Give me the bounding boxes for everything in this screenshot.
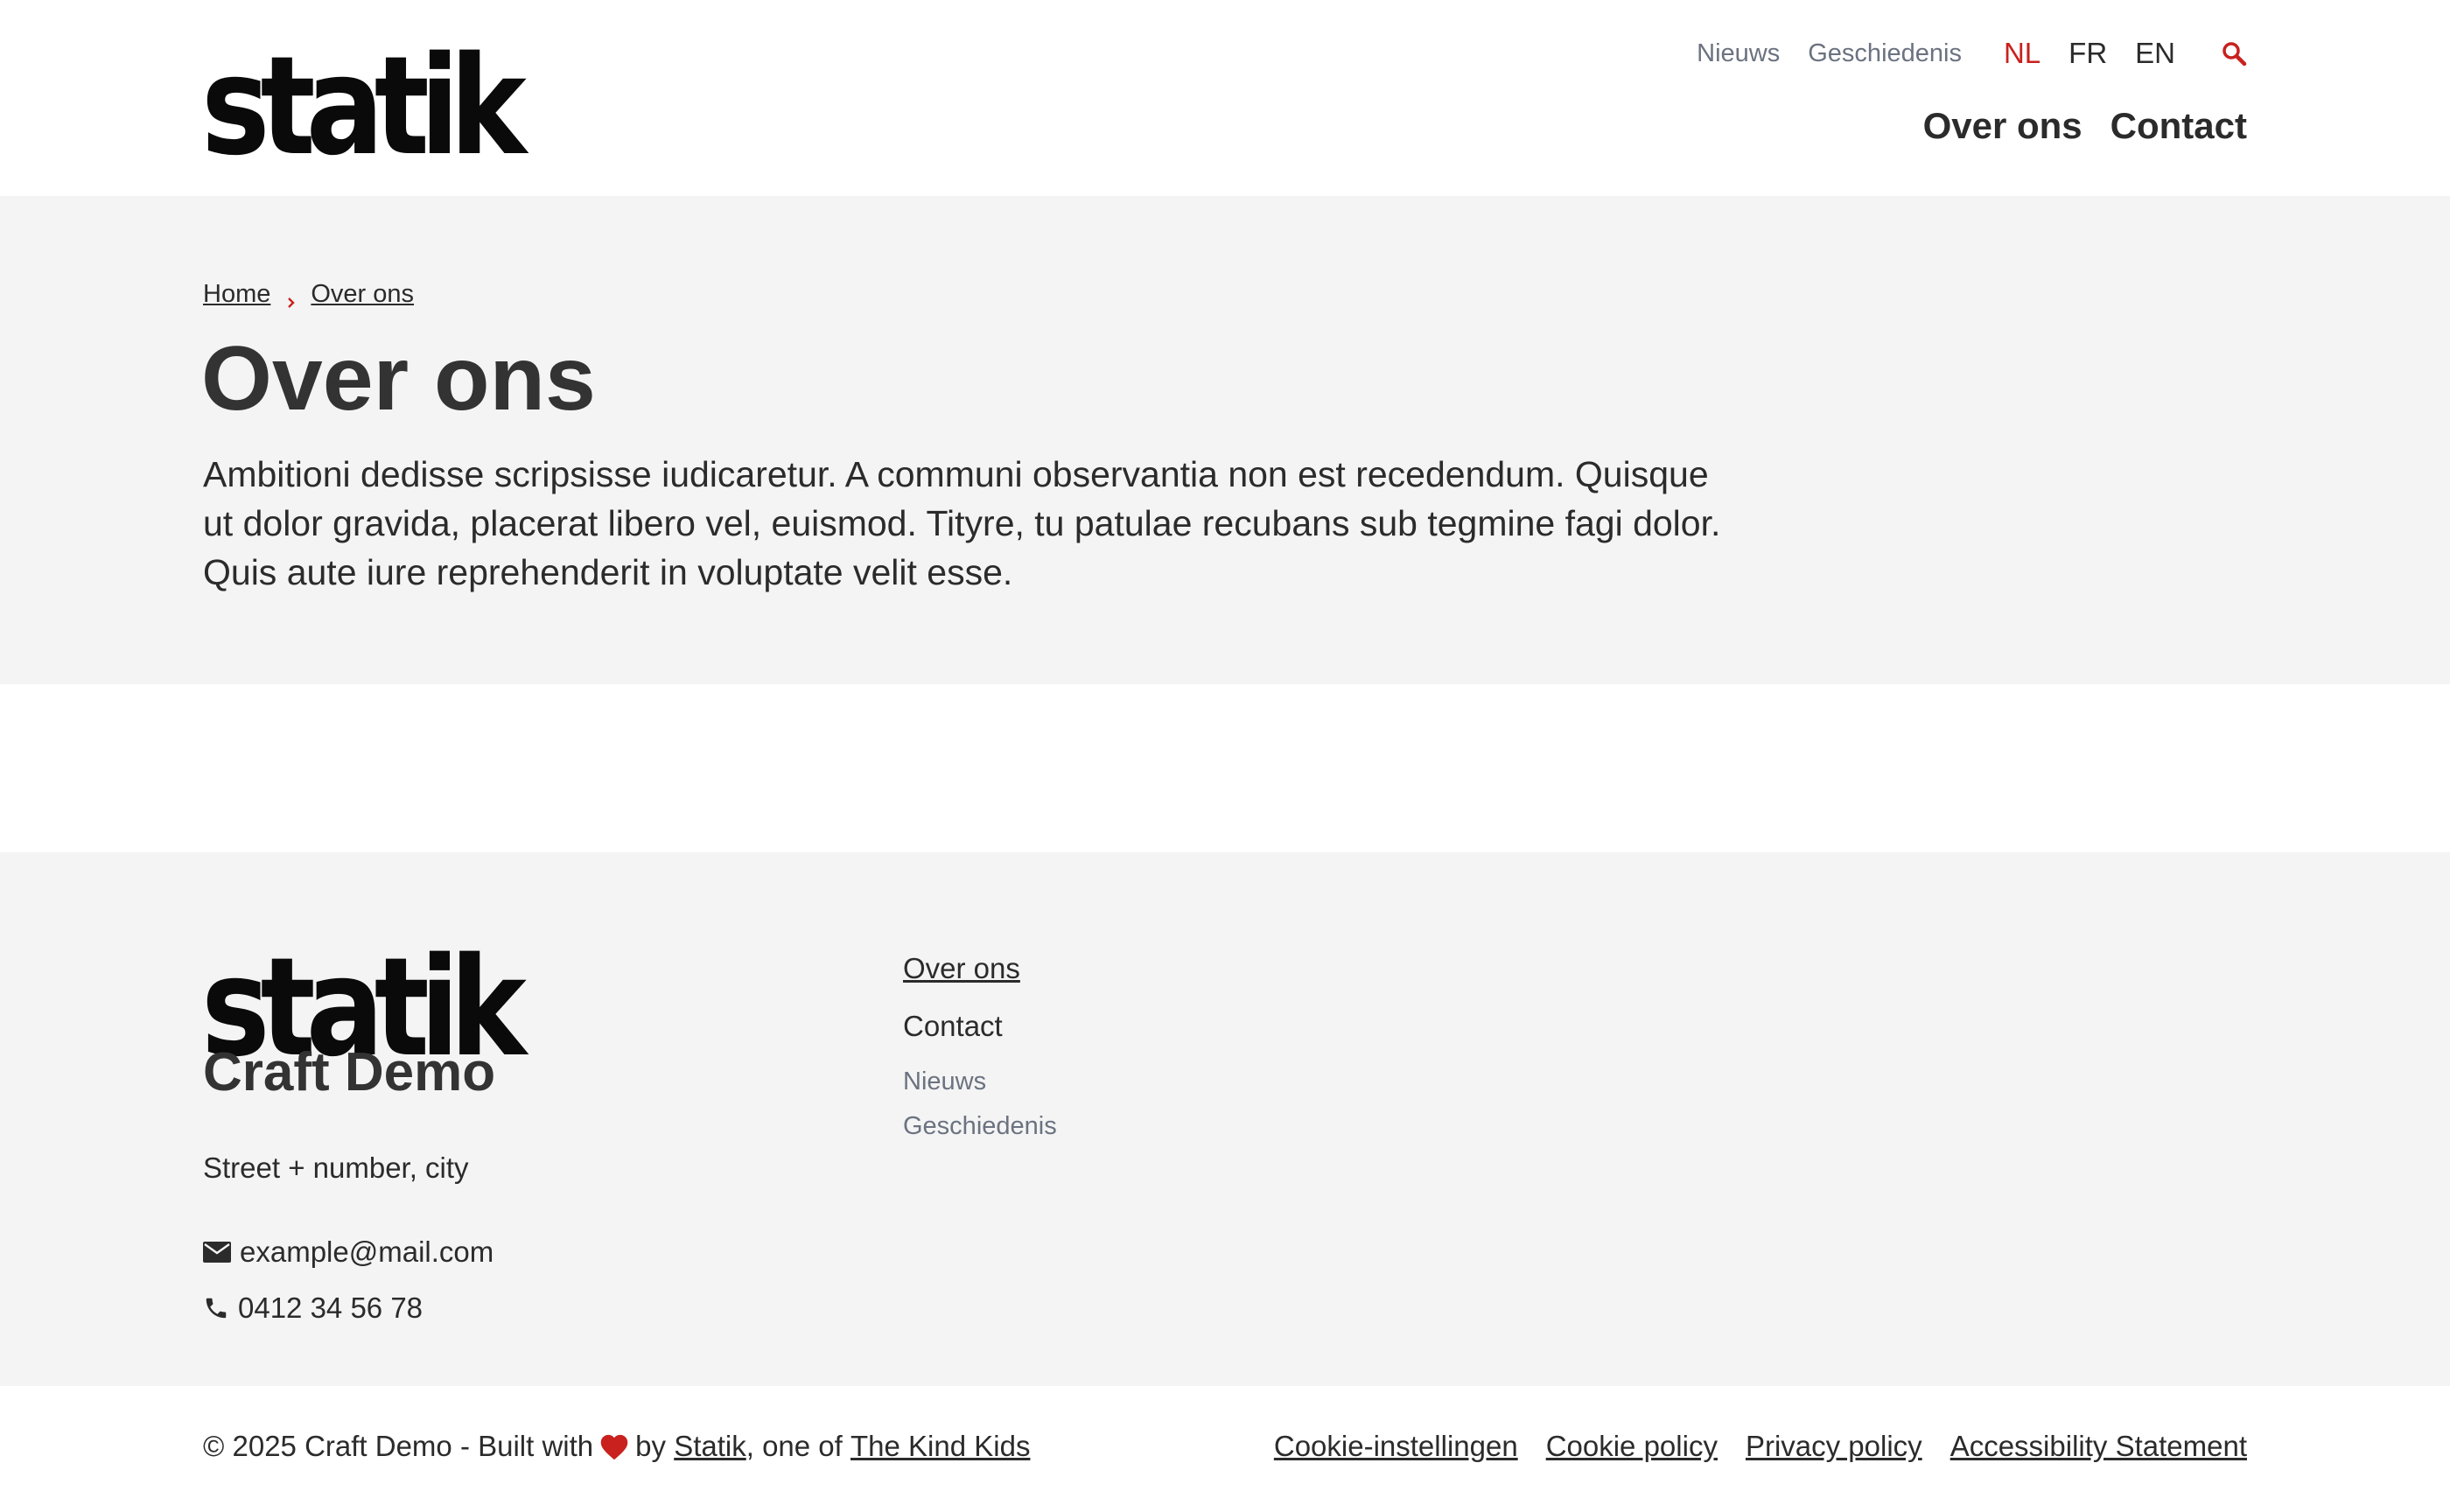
copyright: © 2025 Craft Demo - Built with by Statik…	[203, 1430, 1030, 1463]
footer-phone[interactable]: 0412 34 56 78	[203, 1292, 423, 1325]
bottom-bar: © 2025 Craft Demo - Built with by Statik…	[0, 1386, 2450, 1512]
footer-brand-name: Craft Demo	[203, 1042, 496, 1102]
kind-kids-link[interactable]: The Kind Kids	[850, 1430, 1030, 1463]
copyright-prefix: © 2025 Craft Demo - Built with	[203, 1430, 594, 1462]
mail-icon	[203, 1242, 231, 1263]
phone-icon	[206, 1298, 227, 1319]
footer-link-over-ons[interactable]: Over ons	[903, 952, 1057, 985]
search-icon[interactable]	[2221, 40, 2247, 66]
footer-link-contact[interactable]: Contact	[903, 1010, 1057, 1043]
page-title: Over ons	[201, 328, 596, 430]
nav-item-contact[interactable]: Contact	[2110, 105, 2247, 147]
site-logo[interactable]: statik	[201, 38, 527, 175]
cookie-settings-link[interactable]: Cookie-instellingen	[1274, 1430, 1518, 1463]
top-link-geschiedenis[interactable]: Geschiedenis	[1808, 39, 1962, 68]
heart-icon	[600, 1434, 628, 1460]
language-fr[interactable]: FR	[2068, 37, 2107, 70]
accessibility-statement-link[interactable]: Accessibility Statement	[1950, 1430, 2247, 1463]
breadcrumb: Home Over ons	[203, 280, 414, 309]
privacy-policy-link[interactable]: Privacy policy	[1746, 1430, 1922, 1463]
copyright-by: by	[635, 1430, 667, 1462]
legal-nav: Cookie-instellingen Cookie policy Privac…	[1246, 1430, 2247, 1463]
breadcrumb-home[interactable]: Home	[203, 280, 270, 309]
footer-address: Street + number, city	[203, 1152, 469, 1184]
cookie-policy-link[interactable]: Cookie policy	[1546, 1430, 1718, 1463]
footer-link-geschiedenis[interactable]: Geschiedenis	[903, 1112, 1057, 1141]
page-hero: Home Over ons Over ons Ambitioni dedisse…	[0, 196, 2450, 684]
site-header: statik Nieuws Geschiedenis NL FR EN Over…	[0, 0, 2450, 196]
copyright-one-of: , one of	[746, 1430, 843, 1462]
language-nl[interactable]: NL	[2004, 37, 2040, 70]
footer-email-text: example@mail.com	[240, 1236, 494, 1268]
statik-link[interactable]: Statik	[674, 1430, 746, 1463]
main-nav: Over ons Contact	[1895, 105, 2247, 147]
footer-email[interactable]: example@mail.com	[203, 1236, 494, 1269]
nav-item-over-ons[interactable]: Over ons	[1923, 105, 2082, 147]
footer-link-nieuws[interactable]: Nieuws	[903, 1068, 1057, 1096]
footer-nav: Over ons Contact Nieuws Geschiedenis	[903, 952, 1057, 1157]
site-footer: statik Craft Demo Street + number, city …	[0, 852, 2450, 1386]
footer-phone-text: 0412 34 56 78	[238, 1292, 424, 1324]
top-utility-nav: Nieuws Geschiedenis NL FR EN	[1669, 33, 2247, 74]
top-link-nieuws[interactable]: Nieuws	[1697, 39, 1780, 68]
breadcrumb-over-ons[interactable]: Over ons	[311, 280, 414, 309]
page-intro: Ambitioni dedisse scripsisse iudicaretur…	[203, 454, 1721, 592]
language-en[interactable]: EN	[2135, 37, 2175, 70]
chevron-right-icon	[284, 288, 298, 308]
language-switcher: NL FR EN	[2004, 37, 2175, 70]
